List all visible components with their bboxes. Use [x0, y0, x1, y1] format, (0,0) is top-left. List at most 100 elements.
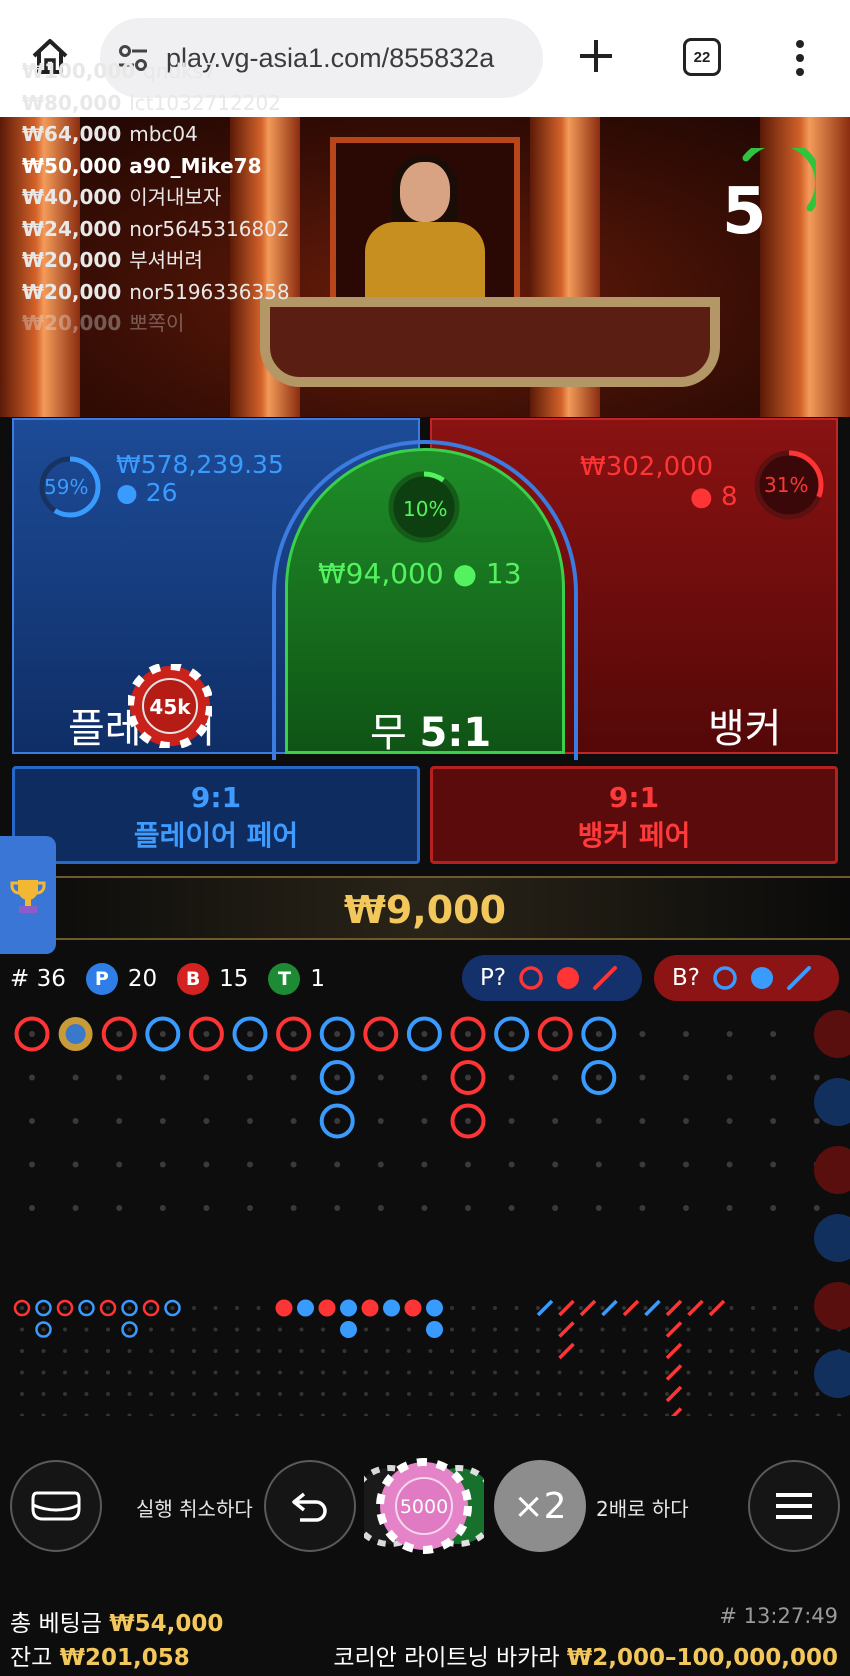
- hamburger-icon: [776, 1493, 812, 1519]
- grid-dot: [508, 1031, 515, 1037]
- grid-dot: [41, 1349, 46, 1353]
- grid-dot: [84, 1349, 89, 1353]
- recent-bet-amount: ₩64,000: [22, 122, 122, 146]
- grid-dot: [385, 1413, 390, 1416]
- grid-dot: [772, 1392, 777, 1396]
- grid-dot: [772, 1349, 777, 1353]
- grid-dot: [815, 1349, 820, 1353]
- grid-dot: [106, 1349, 110, 1353]
- grid-dot: [643, 1349, 648, 1353]
- grid-dot: [63, 1306, 67, 1310]
- chip-selector[interactable]: 5000: [364, 1458, 484, 1554]
- grid-dot: [508, 1118, 515, 1124]
- grid-dot: [579, 1392, 583, 1396]
- grid-dot: [385, 1392, 390, 1396]
- double-button[interactable]: ×2: [494, 1460, 586, 1552]
- side-bead: [814, 1350, 850, 1398]
- cockroach-road-mark: [558, 1342, 575, 1360]
- grid-dot: [106, 1327, 110, 1332]
- status-footer: 총 베팅금 ₩54,000 잔고 ₩201,058 # 13:27:49 코리안…: [0, 1596, 850, 1676]
- grid-dot: [751, 1413, 755, 1416]
- recent-bet-row: ₩80,000 lct1032712202: [22, 88, 290, 120]
- grid-dot: [170, 1349, 175, 1353]
- road-stats: # 36 P 20 B 15 T1: [10, 962, 345, 996]
- grid-dot: [203, 1074, 210, 1081]
- grid-dot: [278, 1327, 282, 1332]
- tab-switcher-button[interactable]: 22: [683, 38, 721, 76]
- grid-dot: [813, 1074, 820, 1081]
- undo-button[interactable]: [264, 1460, 356, 1552]
- grid-dot: [643, 1370, 648, 1375]
- grid-dot: [557, 1349, 562, 1353]
- grid-dot: [342, 1349, 347, 1353]
- grid-dot: [514, 1413, 519, 1416]
- player-bettor-count: ● 26: [116, 478, 178, 507]
- grid-dot: [772, 1370, 777, 1375]
- recent-bet-amount: ₩20,000: [22, 248, 122, 272]
- grid-dot: [595, 1031, 602, 1037]
- grid-dot: [321, 1413, 325, 1416]
- cockroach-road-mark: [687, 1299, 704, 1317]
- grid-dot: [127, 1327, 132, 1332]
- grid-dot: [159, 1074, 166, 1081]
- bet-spot-player-pair[interactable]: 9:1 플레이어 페어: [12, 766, 420, 864]
- recent-bet-row: ₩24,000 nor5645316802: [22, 214, 290, 246]
- person-icon: ●: [116, 478, 138, 507]
- player-bet-total: ₩578,239.35: [116, 450, 284, 479]
- grid-dot: [465, 1161, 471, 1168]
- eye-road-bead: [404, 1299, 422, 1317]
- grid-dot: [299, 1370, 304, 1375]
- grid-dot: [63, 1327, 67, 1332]
- ask-banker-button[interactable]: B?: [654, 955, 839, 1001]
- grid-dot: [622, 1349, 626, 1353]
- grid-dot: [726, 1074, 733, 1081]
- side-bead: [814, 1214, 850, 1262]
- grid-dot: [41, 1327, 46, 1332]
- grid-dot: [772, 1413, 777, 1416]
- grid-dot: [116, 1118, 123, 1124]
- grid-dot: [321, 1370, 325, 1375]
- side-bead: [814, 1146, 850, 1194]
- grid-dot: [729, 1327, 734, 1332]
- leaderboard-tab[interactable]: [0, 836, 56, 954]
- grid-dot: [751, 1370, 755, 1375]
- grid-dot: [149, 1413, 153, 1416]
- grid-dot: [127, 1349, 132, 1353]
- grid-dot: [600, 1392, 605, 1396]
- grid-dot: [708, 1349, 712, 1353]
- grid-dot: [683, 1118, 689, 1124]
- grid-dot: [595, 1205, 602, 1211]
- grid-dot: [729, 1370, 734, 1375]
- recent-bet-amount: ₩24,000: [22, 216, 122, 241]
- grid-dot: [600, 1327, 605, 1332]
- lobby-button[interactable]: [10, 1460, 102, 1552]
- more-menu-icon[interactable]: [790, 38, 810, 78]
- ask-player-button[interactable]: P?: [462, 955, 642, 1001]
- grid-dot: [20, 1349, 24, 1353]
- grid-dot: [471, 1392, 476, 1396]
- grid-dot: [729, 1413, 734, 1416]
- grid-dot: [450, 1413, 454, 1416]
- grid-dot: [708, 1327, 712, 1332]
- grid-dot: [84, 1327, 89, 1332]
- bet-spot-banker-pair[interactable]: 9:1 뱅커 페어: [430, 766, 838, 864]
- grid-dot: [278, 1349, 282, 1353]
- grid-dot: [536, 1413, 540, 1416]
- grid-dot: [203, 1161, 210, 1168]
- grid-dot: [813, 1205, 820, 1211]
- placed-chip-value: 45k: [149, 695, 191, 719]
- new-tab-icon[interactable]: [576, 36, 616, 76]
- grid-dot: [192, 1392, 196, 1396]
- grid-dot: [235, 1327, 239, 1332]
- grid-dot: [815, 1327, 820, 1332]
- grid-dot: [726, 1205, 733, 1211]
- grid-dot: [471, 1306, 476, 1310]
- menu-button[interactable]: [748, 1460, 840, 1552]
- recent-bet-amount: ₩20,000: [22, 311, 122, 335]
- grid-dot: [106, 1392, 110, 1396]
- cockroach-road-mark: [536, 1299, 554, 1317]
- grid-dot: [557, 1413, 562, 1416]
- grid-dot: [665, 1413, 669, 1416]
- grid-dot: [235, 1349, 239, 1353]
- grid-dot: [192, 1413, 196, 1416]
